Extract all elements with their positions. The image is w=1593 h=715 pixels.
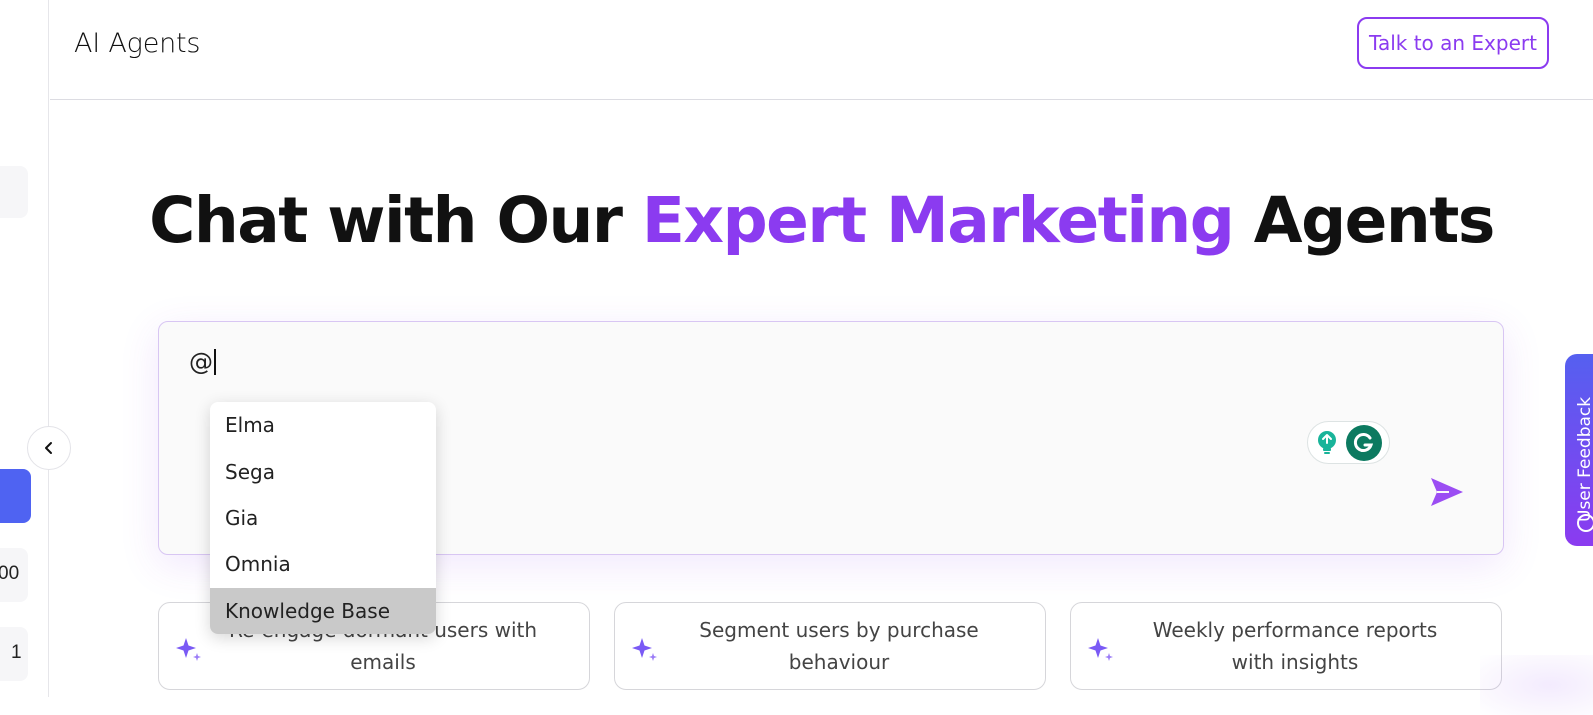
sidebar-partial-text: 1 <box>11 642 22 663</box>
hero-text-start: Chat with Our <box>149 184 642 257</box>
text-caret <box>214 349 216 375</box>
feedback-label: User Feedback <box>1575 396 1593 522</box>
sparkle-icon <box>176 638 201 661</box>
collapse-sidebar-button[interactable] <box>27 426 71 470</box>
mention-option-elma[interactable]: Elma <box>210 402 436 448</box>
grammarly-icon <box>1346 424 1382 461</box>
sparkle-icon <box>632 638 657 661</box>
suggestion-text: Segment users by purchase behaviour <box>699 618 979 674</box>
top-header: AI Agents Talk to an Expert <box>50 0 1593 100</box>
sidebar: 00 1 <box>0 0 49 697</box>
hero-text-accent: Expert Marketing <box>641 184 1235 257</box>
mention-option-omnia[interactable]: Omnia <box>210 541 436 587</box>
lightbulb-icon <box>1318 430 1336 454</box>
chevron-left-icon <box>45 442 52 454</box>
mention-dropdown: Elma Sega Gia Omnia Knowledge Base <box>210 402 436 634</box>
suggestion-card[interactable]: Weekly performance reports with insights <box>1070 602 1502 690</box>
user-feedback-tab[interactable]: User Feedback <box>1565 354 1593 546</box>
sidebar-item-active[interactable] <box>0 469 31 523</box>
send-icon[interactable] <box>1429 476 1465 508</box>
page-title: AI Agents <box>74 28 201 59</box>
suggestion-card[interactable]: Segment users by purchase behaviour <box>614 602 1046 690</box>
decorative-glow <box>1480 655 1593 715</box>
chat-input-value: @ <box>189 348 213 376</box>
sparkle-icon <box>1088 638 1113 661</box>
grammarly-widget[interactable] <box>1307 421 1390 464</box>
hero-text-end: Agents <box>1233 184 1496 257</box>
sidebar-partial-text: 00 <box>0 563 20 584</box>
chat-bubble-icon <box>1577 514 1593 532</box>
mention-option-knowledge-base[interactable]: Knowledge Base <box>210 587 436 634</box>
hero-heading: Chat with Our Expert Marketing Agents <box>50 184 1593 257</box>
talk-to-expert-button[interactable]: Talk to an Expert <box>1357 17 1549 69</box>
chat-input[interactable]: @ <box>189 348 216 376</box>
suggestion-text: Weekly performance reports with insights <box>1152 618 1438 674</box>
mention-option-gia[interactable]: Gia <box>210 495 436 541</box>
sidebar-item[interactable] <box>0 166 28 218</box>
mention-option-sega[interactable]: Sega <box>210 448 436 494</box>
